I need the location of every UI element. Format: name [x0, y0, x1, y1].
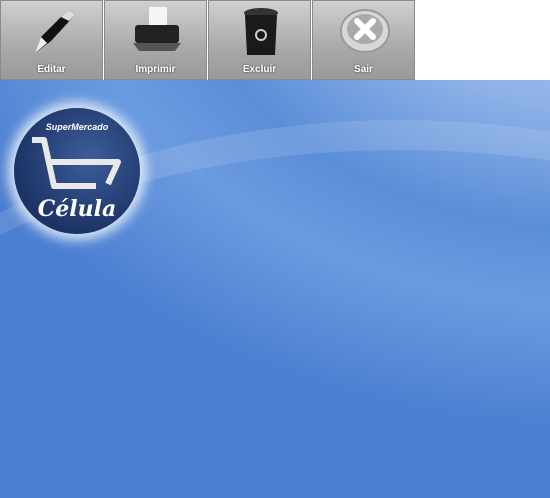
print-label: Imprimir: [135, 64, 176, 75]
toolbar: Editar Imprimir Excluir Sair: [0, 0, 416, 80]
edit-button[interactable]: Editar: [0, 0, 103, 80]
printer-icon: [133, 7, 181, 51]
desktop-background: SuperMercado Célula: [0, 80, 550, 498]
cart-icon: [32, 137, 121, 189]
trash-icon: [244, 8, 278, 55]
logo-line2: Célula: [37, 196, 117, 222]
pen-icon: [35, 11, 75, 53]
supermarket-logo: SuperMercado Célula: [14, 108, 140, 234]
close-icon: [340, 9, 390, 53]
edit-label: Editar: [37, 64, 66, 75]
delete-button[interactable]: Excluir: [208, 0, 311, 80]
exit-label: Sair: [354, 64, 373, 75]
exit-button[interactable]: Sair: [312, 0, 415, 80]
delete-label: Excluir: [242, 64, 277, 75]
logo-line1: SuperMercado: [45, 122, 109, 132]
print-button[interactable]: Imprimir: [104, 0, 207, 80]
